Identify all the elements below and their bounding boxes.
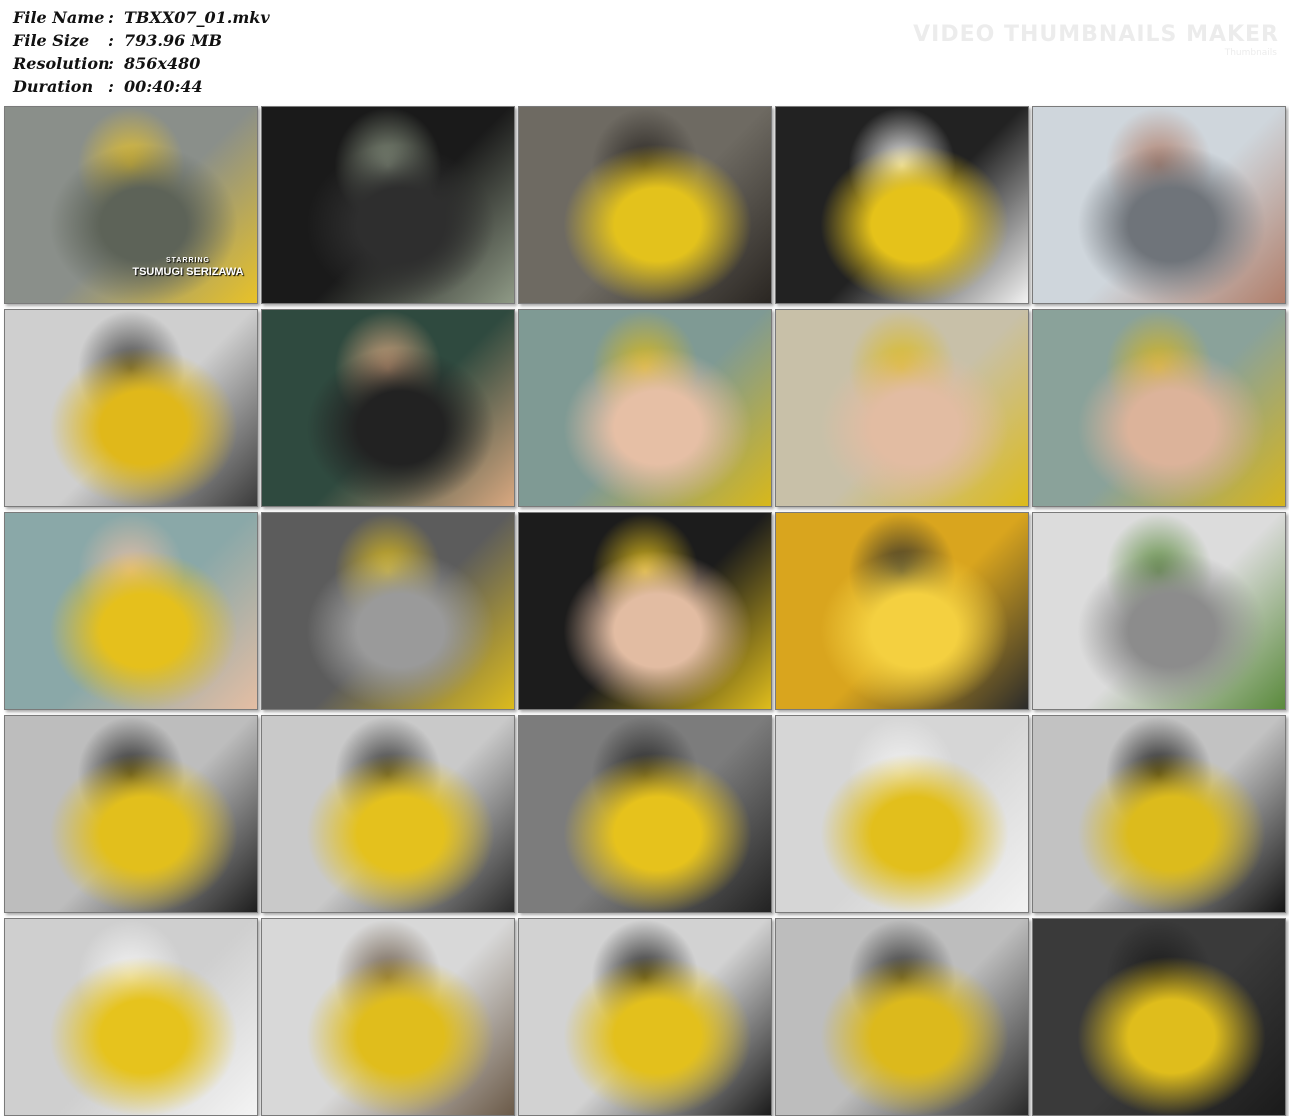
watermark-title: VIDEO THUMBNAILS MAKER (913, 22, 1279, 47)
file-size-value: 793.96 MB (124, 31, 223, 50)
file-name-value: TBXX07_01.mkv (124, 8, 270, 27)
credit-label: STARRING (165, 257, 211, 264)
file-info-panel: File Name : TBXX07_01.mkv File Size : 79… (13, 6, 270, 98)
duration-label: Duration (13, 77, 94, 96)
thumbnail-ranger-struggle[interactable] (1032, 715, 1286, 913)
separator: : (108, 54, 114, 73)
thumbnail-ranger-sitting-floor[interactable] (261, 918, 515, 1116)
thumbnail-ranger-standing[interactable] (4, 715, 258, 913)
thumbnail-girl-held[interactable] (518, 512, 772, 710)
thumbnail-girl-yellow-jacket[interactable] (518, 106, 772, 304)
thumbnail-sheet: File Name : TBXX07_01.mkv File Size : 79… (0, 0, 1289, 1116)
thumbnail-room-with-plant[interactable] (1032, 512, 1286, 710)
thumbnail-girl-closeup-3[interactable] (1032, 309, 1286, 507)
separator: : (108, 8, 114, 27)
duration-row: Duration : 00:40:44 (13, 75, 270, 98)
watermark-subtitle: Thumbnails (1224, 48, 1277, 58)
thumbnail-grid: STARRING TSUMUGI SERIZAWA (4, 106, 1286, 1116)
thumbnail-girl-classroom[interactable] (4, 512, 258, 710)
file-size-row: File Size : 793.96 MB (13, 29, 270, 52)
thumbnail-ranger-seated-legs[interactable] (518, 918, 772, 1116)
thumbnail-yellow-helmet[interactable] (775, 106, 1029, 304)
credit-name: TSUMUGI SERIZAWA (132, 266, 244, 278)
thumbnail-yellow-floral-background[interactable] (775, 512, 1029, 710)
file-name-label: File Name (13, 8, 105, 27)
starring-credit: STARRING TSUMUGI SERIZAWA (123, 257, 253, 278)
thumbnail-man-in-vest[interactable] (261, 309, 515, 507)
separator: : (108, 31, 114, 50)
file-name-row: File Name : TBXX07_01.mkv (13, 6, 270, 29)
thumbnail-dark-doorway[interactable] (261, 106, 515, 304)
thumbnail-ranger-helmet-closeup[interactable] (518, 715, 772, 913)
separator: : (108, 77, 114, 96)
thumbnail-ranger-control-panel[interactable] (261, 715, 515, 913)
thumbnail-ranger-gloves[interactable] (775, 715, 1029, 913)
resolution-label: Resolution (13, 54, 110, 73)
thumbnail-ranger-held-down[interactable] (1032, 918, 1286, 1116)
thumbnail-girl-closeup-1[interactable] (518, 309, 772, 507)
thumbnail-street-intro[interactable]: STARRING TSUMUGI SERIZAWA (4, 106, 258, 304)
thumbnail-girl-reading-book[interactable] (4, 309, 258, 507)
duration-value: 00:40:44 (124, 77, 203, 96)
thumbnail-villain-grab[interactable] (261, 512, 515, 710)
thumbnail-girl-closeup-2[interactable] (775, 309, 1029, 507)
thumbnail-ranger-torso[interactable] (4, 918, 258, 1116)
thumbnail-villain-helmet[interactable] (1032, 106, 1286, 304)
resolution-value: 856x480 (124, 54, 201, 73)
resolution-row: Resolution : 856x480 (13, 52, 270, 75)
file-size-label: File Size (13, 31, 90, 50)
thumbnail-ranger-corner[interactable] (775, 918, 1029, 1116)
